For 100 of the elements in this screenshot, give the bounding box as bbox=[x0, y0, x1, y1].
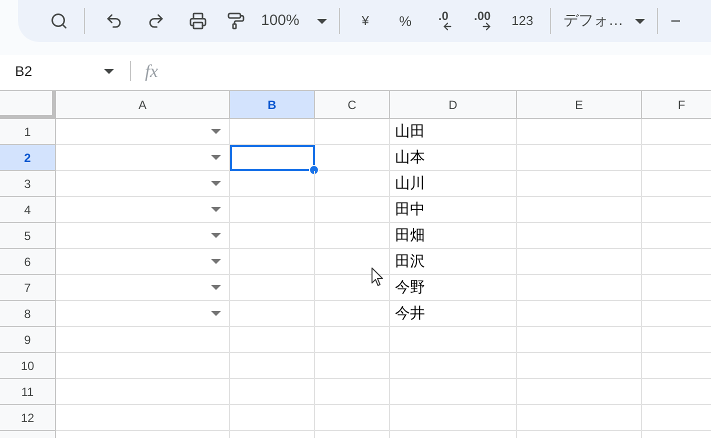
table-cell[interactable] bbox=[230, 301, 315, 327]
table-cell[interactable] bbox=[56, 197, 230, 223]
mouse-pointer-icon bbox=[371, 267, 384, 287]
currency-button[interactable]: ¥ bbox=[348, 6, 382, 36]
table-cell[interactable] bbox=[390, 353, 517, 379]
font-select[interactable]: デフォ… bbox=[559, 6, 650, 36]
table-cell[interactable] bbox=[230, 197, 315, 223]
table-cell[interactable] bbox=[517, 119, 642, 145]
table-cell[interactable] bbox=[56, 145, 230, 171]
table-cell[interactable] bbox=[56, 405, 230, 431]
column-header[interactable]: F bbox=[642, 91, 711, 119]
increase-decimal-button[interactable]: .00 bbox=[462, 6, 502, 36]
table-cell[interactable] bbox=[315, 223, 390, 249]
row-header[interactable]: 3 bbox=[0, 171, 56, 197]
dropdown-chip[interactable] bbox=[211, 129, 221, 134]
row-header[interactable]: 11 bbox=[0, 379, 56, 405]
table-cell[interactable]: 山川 bbox=[390, 171, 517, 197]
dropdown-chip[interactable] bbox=[211, 155, 221, 160]
table-cell[interactable] bbox=[390, 327, 517, 353]
table-cell[interactable] bbox=[315, 171, 390, 197]
table-cell[interactable] bbox=[56, 119, 230, 145]
table-cell[interactable] bbox=[56, 223, 230, 249]
decrease-decimal-button[interactable]: .0 bbox=[424, 6, 462, 36]
column-header[interactable]: C bbox=[315, 91, 390, 119]
percent-button[interactable]: % bbox=[386, 6, 424, 36]
fill-handle[interactable] bbox=[309, 165, 319, 175]
table-cell[interactable] bbox=[230, 249, 315, 275]
table-cell[interactable]: 田沢 bbox=[390, 249, 517, 275]
table-cell[interactable] bbox=[517, 353, 642, 379]
table-cell[interactable] bbox=[315, 405, 390, 431]
table-cell[interactable] bbox=[390, 379, 517, 405]
row-header[interactable]: 9 bbox=[0, 327, 56, 353]
table-cell[interactable] bbox=[56, 301, 230, 327]
table-cell[interactable] bbox=[517, 405, 642, 431]
dropdown-caret-icon bbox=[211, 311, 221, 316]
table-cell[interactable] bbox=[315, 197, 390, 223]
number-format-button[interactable]: 123 bbox=[502, 6, 542, 36]
table-cell[interactable]: 山田 bbox=[390, 119, 517, 145]
table-cell[interactable]: 山本 bbox=[390, 145, 517, 171]
table-cell[interactable] bbox=[56, 249, 230, 275]
table-cell[interactable] bbox=[230, 405, 315, 431]
table-cell[interactable] bbox=[517, 301, 642, 327]
column-header[interactable]: E bbox=[517, 91, 642, 119]
font-size-minus-button[interactable]: − bbox=[666, 6, 685, 36]
table-cell[interactable] bbox=[315, 327, 390, 353]
table-cell[interactable] bbox=[56, 379, 230, 405]
column-header[interactable]: A bbox=[56, 91, 230, 119]
table-cell[interactable] bbox=[517, 223, 642, 249]
dropdown-chip[interactable] bbox=[211, 285, 221, 290]
column-header[interactable]: D bbox=[390, 91, 517, 119]
row-header[interactable]: 5 bbox=[0, 223, 56, 249]
zoom-select[interactable]: 100% bbox=[253, 6, 332, 36]
dropdown-caret-icon bbox=[211, 129, 221, 134]
table-cell[interactable]: 田中 bbox=[390, 197, 517, 223]
table-cell[interactable] bbox=[517, 171, 642, 197]
caret-icon bbox=[635, 18, 646, 24]
table-cell[interactable] bbox=[230, 119, 315, 145]
dropdown-caret-icon bbox=[211, 233, 221, 238]
table-cell[interactable]: 今野 bbox=[390, 275, 517, 301]
table-cell[interactable] bbox=[230, 171, 315, 197]
row-header[interactable]: 2 bbox=[0, 145, 56, 171]
table-cell[interactable] bbox=[230, 223, 315, 249]
dropdown-chip[interactable] bbox=[211, 181, 221, 186]
table-cell[interactable] bbox=[315, 119, 390, 145]
table-cell[interactable] bbox=[56, 353, 230, 379]
table-cell[interactable] bbox=[315, 379, 390, 405]
table-cell[interactable] bbox=[230, 327, 315, 353]
dropdown-chip[interactable] bbox=[211, 259, 221, 264]
table-cell[interactable] bbox=[230, 353, 315, 379]
select-all-corner[interactable] bbox=[0, 91, 56, 119]
formula-fx-label: fx bbox=[145, 60, 158, 83]
row-header[interactable]: 1 bbox=[0, 119, 56, 145]
table-cell[interactable] bbox=[315, 301, 390, 327]
table-cell[interactable] bbox=[230, 379, 315, 405]
dropdown-caret-icon bbox=[211, 181, 221, 186]
column-header[interactable]: B bbox=[230, 91, 315, 119]
table-cell[interactable] bbox=[56, 171, 230, 197]
table-cell[interactable] bbox=[517, 249, 642, 275]
dropdown-chip[interactable] bbox=[211, 207, 221, 212]
dropdown-chip[interactable] bbox=[211, 233, 221, 238]
dropdown-chip[interactable] bbox=[211, 311, 221, 316]
name-box[interactable]: B2 bbox=[0, 58, 118, 84]
row-header[interactable]: 6 bbox=[0, 249, 56, 275]
table-cell[interactable] bbox=[517, 145, 642, 171]
table-cell[interactable]: 今井 bbox=[390, 301, 517, 327]
row-header[interactable]: 12 bbox=[0, 405, 56, 431]
table-cell[interactable] bbox=[56, 275, 230, 301]
row-header[interactable]: 8 bbox=[0, 301, 56, 327]
table-cell[interactable]: 田畑 bbox=[390, 223, 517, 249]
table-cell[interactable] bbox=[56, 327, 230, 353]
table-cell[interactable] bbox=[517, 327, 642, 353]
table-cell[interactable] bbox=[230, 275, 315, 301]
table-cell[interactable] bbox=[390, 405, 517, 431]
row-header[interactable]: 4 bbox=[0, 197, 56, 223]
row-header[interactable]: 7 bbox=[0, 275, 56, 301]
table-cell[interactable] bbox=[517, 275, 642, 301]
table-cell[interactable] bbox=[315, 353, 390, 379]
row-header[interactable]: 10 bbox=[0, 353, 56, 379]
table-cell[interactable] bbox=[517, 197, 642, 223]
table-cell[interactable] bbox=[517, 379, 642, 405]
